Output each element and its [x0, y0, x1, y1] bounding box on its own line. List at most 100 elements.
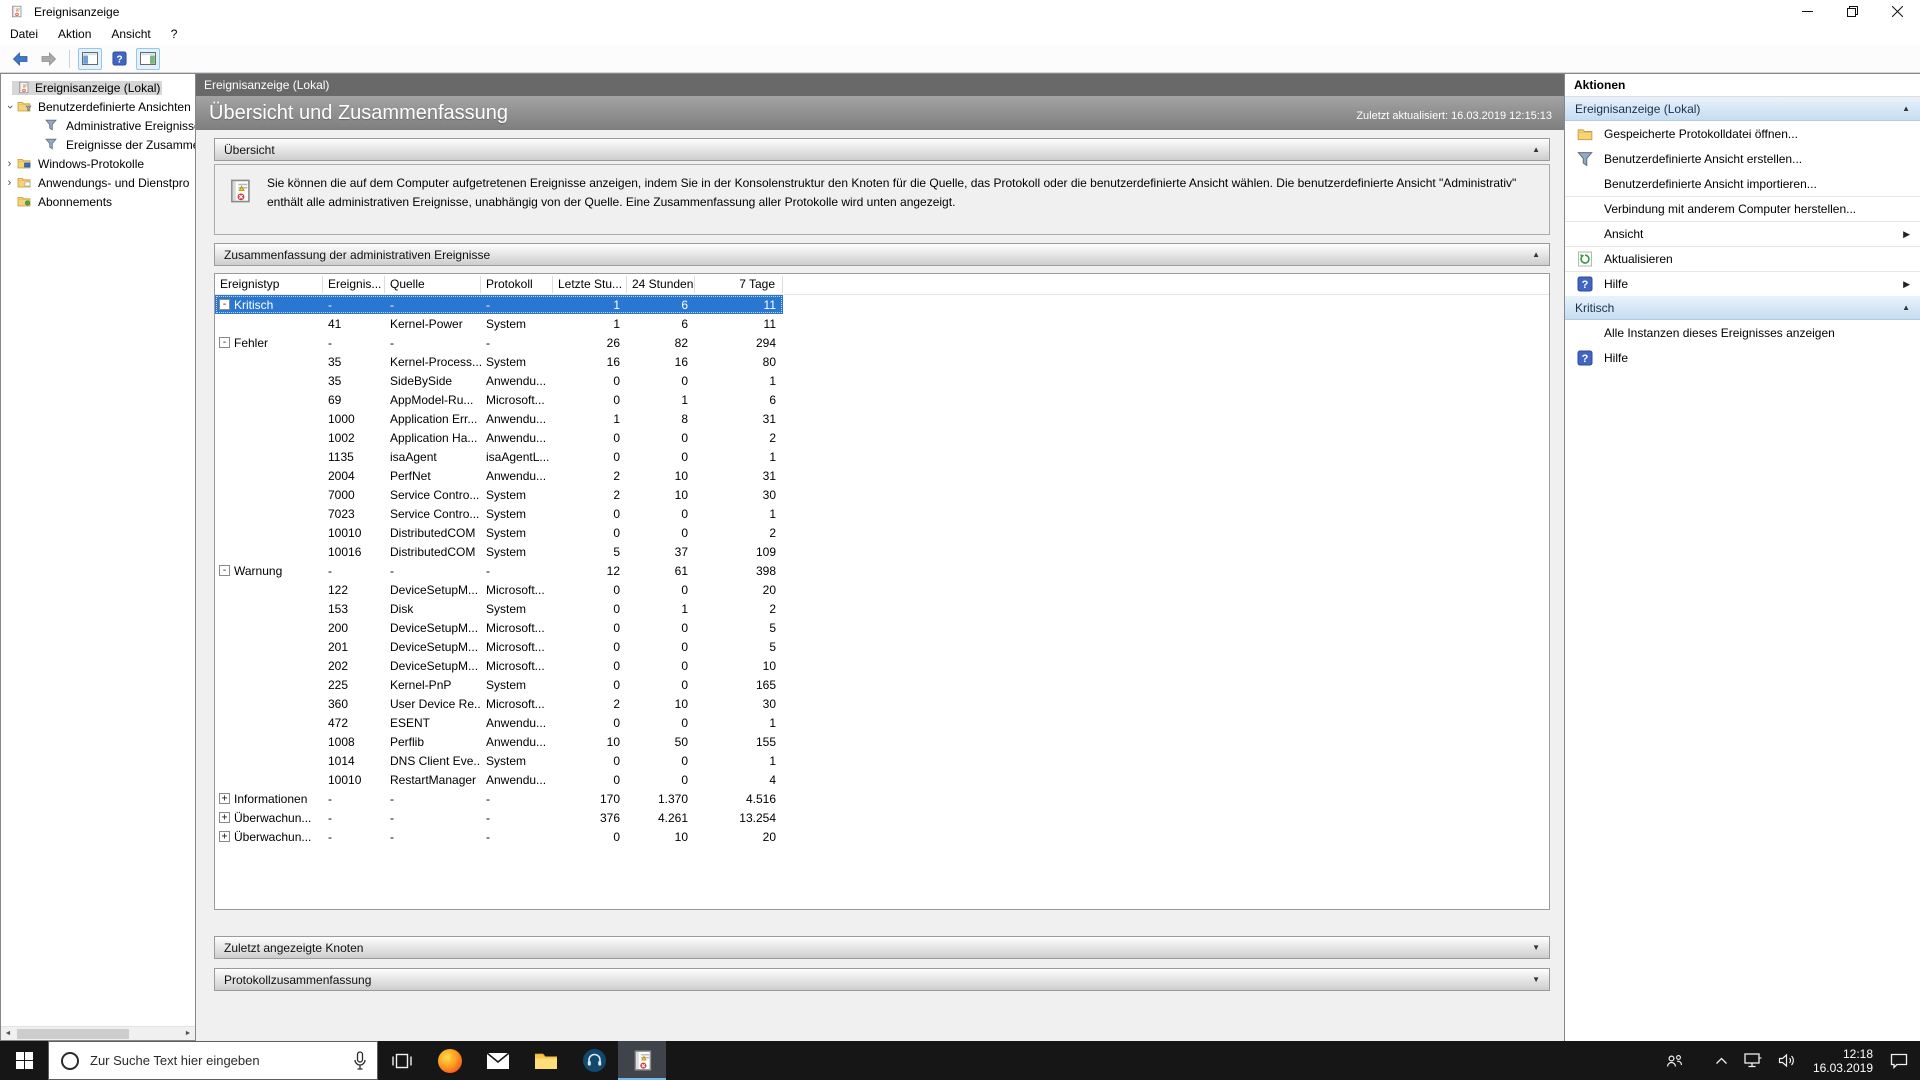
column-header-ereignis-id[interactable]: Ereignis...	[323, 275, 385, 293]
log-summary-section-bar[interactable]: Protokollzusammenfassung	[214, 968, 1550, 991]
table-row[interactable]: 7000 Service Contro... System 2 10 30	[215, 485, 783, 504]
chevron-up-icon[interactable]	[1707, 1041, 1736, 1080]
table-row[interactable]: - Kritisch - - - 1 6 11	[215, 295, 783, 314]
action-ansicht[interactable]: Ansicht	[1565, 221, 1920, 246]
task-view-button[interactable]	[378, 1041, 426, 1080]
table-row[interactable]: + Informationen - - - 170 1.370 4.516	[215, 789, 783, 808]
close-button[interactable]	[1875, 0, 1920, 23]
expand-chevron-icon[interactable]	[1532, 943, 1540, 952]
network-icon[interactable]	[1736, 1041, 1770, 1080]
table-row[interactable]: 360 User Device Re... Microsoft... 2 10 …	[215, 694, 783, 713]
scroll-right-icon[interactable]: ►	[181, 1027, 195, 1041]
table-row[interactable]: 200 DeviceSetupM... Microsoft... 0 0 5	[215, 618, 783, 637]
collapse-chevron-icon[interactable]	[1902, 303, 1910, 312]
scrollbar-thumb[interactable]	[17, 1028, 129, 1039]
tree-item-administrative-ereignisse[interactable]: Administrative Ereignisse	[1, 116, 195, 135]
summary-section-bar[interactable]: Zusammenfassung der administrativen Erei…	[214, 243, 1550, 266]
chevron-down-icon[interactable]	[4, 101, 15, 113]
table-row[interactable]: 35 Kernel-Process... System 16 16 80	[215, 352, 783, 371]
table-row[interactable]: 153 Disk System 0 1 2	[215, 599, 783, 618]
back-arrow-icon[interactable]	[8, 48, 32, 70]
taskbar-clock[interactable]: 12:18 16.03.2019	[1804, 1041, 1882, 1080]
table-row[interactable]: 122 DeviceSetupM... Microsoft... 0 0 20	[215, 580, 783, 599]
action-show-all-instances[interactable]: Alle Instanzen dieses Ereignisses anzeig…	[1565, 320, 1920, 345]
actions-section-kritisch[interactable]: Kritisch	[1565, 296, 1920, 320]
table-row[interactable]: - Fehler - - - 26 82 294	[215, 333, 783, 352]
table-row[interactable]: 10016 DistributedCOM System 5 37 109	[215, 542, 783, 561]
action-center-icon[interactable]	[1882, 1041, 1920, 1080]
table-row[interactable]: 1135 isaAgent isaAgentL... 0 0 1	[215, 447, 783, 466]
table-row[interactable]: + Überwachun... - - - 376 4.261 13.254	[215, 808, 783, 827]
menu-ansicht[interactable]: Ansicht	[101, 23, 160, 45]
minimize-button[interactable]	[1785, 0, 1830, 23]
action-aktualisieren[interactable]: Aktualisieren	[1565, 246, 1920, 271]
expand-chevron-icon[interactable]	[1532, 975, 1540, 984]
volume-icon[interactable]	[1770, 1041, 1804, 1080]
action-create-custom-view[interactable]: Benutzerdefinierte Ansicht erstellen...	[1565, 146, 1920, 171]
column-header-letzte-stunde[interactable]: Letzte Stu...	[553, 275, 627, 293]
table-row[interactable]: 41 Kernel-Power System 1 6 11	[215, 314, 783, 333]
expander-icon[interactable]: -	[219, 565, 230, 576]
help-toolbar-icon[interactable]	[107, 48, 131, 70]
mail-icon[interactable]	[474, 1041, 522, 1080]
column-header-protokoll[interactable]: Protokoll	[481, 275, 553, 293]
microphone-icon[interactable]	[353, 1050, 367, 1071]
tree-item-abonnements[interactable]: Abonnements	[1, 192, 195, 211]
action-import-custom-view[interactable]: Benutzerdefinierte Ansicht importieren..…	[1565, 171, 1920, 196]
tree-item-ereignisse-der-zusammen[interactable]: Ereignisse der Zusammen	[1, 135, 195, 154]
table-row[interactable]: 472 ESENT Anwendu... 0 0 1	[215, 713, 783, 732]
menu-aktion[interactable]: Aktion	[48, 23, 101, 45]
table-row[interactable]: - Warnung - - - 12 61 398	[215, 561, 783, 580]
people-icon[interactable]	[1658, 1041, 1691, 1080]
recent-nodes-section-bar[interactable]: Zuletzt angezeigte Knoten	[214, 936, 1550, 959]
restore-button[interactable]	[1830, 0, 1875, 23]
table-row[interactable]: 2004 PerfNet Anwendu... 2 10 31	[215, 466, 783, 485]
column-header-7-tage[interactable]: 7 Tage	[695, 275, 783, 293]
scroll-left-icon[interactable]: ◄	[1, 1027, 15, 1041]
menu-help[interactable]: ?	[161, 23, 188, 45]
action-pane-toggle-icon[interactable]	[136, 47, 160, 70]
expander-icon[interactable]: -	[219, 299, 230, 310]
expander-icon[interactable]: -	[219, 337, 230, 348]
column-header-ereignistyp[interactable]: Ereignistyp	[215, 275, 323, 293]
table-row[interactable]: 7023 Service Contro... System 0 0 1	[215, 504, 783, 523]
tree-item-windows-protokolle[interactable]: Windows-Protokolle	[1, 154, 195, 173]
table-row[interactable]: 1008 Perflib Anwendu... 10 50 155	[215, 732, 783, 751]
chevron-right-icon[interactable]	[4, 158, 15, 170]
tree-item-benutzerdefinierte-ansichten[interactable]: Benutzerdefinierte Ansichten	[1, 97, 195, 116]
forward-arrow-icon[interactable]	[37, 48, 61, 70]
table-row[interactable]: 1002 Application Ha... Anwendu... 0 0 2	[215, 428, 783, 447]
collapse-chevron-icon[interactable]	[1532, 145, 1540, 154]
console-tree-toggle-icon[interactable]	[78, 47, 102, 70]
action-hilfe[interactable]: Hilfe	[1565, 271, 1920, 296]
column-header-quelle[interactable]: Quelle	[385, 275, 481, 293]
table-row[interactable]: 69 AppModel-Ru... Microsoft... 0 1 6	[215, 390, 783, 409]
table-row[interactable]: 10010 RestartManager Anwendu... 0 0 4	[215, 770, 783, 789]
tree-horizontal-scrollbar[interactable]: ◄ ►	[1, 1026, 195, 1040]
table-row[interactable]: 10010 DistributedCOM System 0 0 2	[215, 523, 783, 542]
column-header-24-stunden[interactable]: 24 Stunden	[627, 275, 695, 293]
expander-icon[interactable]: +	[219, 812, 230, 823]
tree-item-anwendungs-und-dienstpro[interactable]: Anwendungs- und Dienstpro	[1, 173, 195, 192]
table-row[interactable]: + Überwachun... - - - 0 10 20	[215, 827, 783, 846]
action-hilfe-kritisch[interactable]: Hilfe	[1565, 345, 1920, 370]
overview-section-bar[interactable]: Übersicht	[214, 138, 1550, 161]
event-viewer-taskbar-icon[interactable]	[618, 1041, 666, 1080]
collapse-chevron-icon[interactable]	[1902, 104, 1910, 113]
actions-section-ereignisanzeige[interactable]: Ereignisanzeige (Lokal)	[1565, 97, 1920, 121]
collapse-chevron-icon[interactable]	[1532, 250, 1540, 259]
expander-icon[interactable]: +	[219, 831, 230, 842]
start-button[interactable]	[0, 1041, 48, 1080]
action-connect-other-computer[interactable]: Verbindung mit anderem Computer herstell…	[1565, 196, 1920, 221]
table-row[interactable]: 1000 Application Err... Anwendu... 1 8 3…	[215, 409, 783, 428]
search-input[interactable]	[90, 1053, 344, 1068]
chevron-right-icon[interactable]	[4, 177, 15, 189]
file-explorer-icon[interactable]	[522, 1041, 570, 1080]
expander-icon[interactable]: +	[219, 793, 230, 804]
table-row[interactable]: 202 DeviceSetupM... Microsoft... 0 0 10	[215, 656, 783, 675]
table-row[interactable]: 1014 DNS Client Eve... System 0 0 1	[215, 751, 783, 770]
table-row[interactable]: 35 SideBySide Anwendu... 0 0 1	[215, 371, 783, 390]
menu-datei[interactable]: Datei	[0, 23, 48, 45]
tree-item-ereignisanzeige-lokal[interactable]: Ereignisanzeige (Lokal)	[1, 78, 195, 97]
action-open-saved-log[interactable]: Gespeicherte Protokolldatei öffnen...	[1565, 121, 1920, 146]
